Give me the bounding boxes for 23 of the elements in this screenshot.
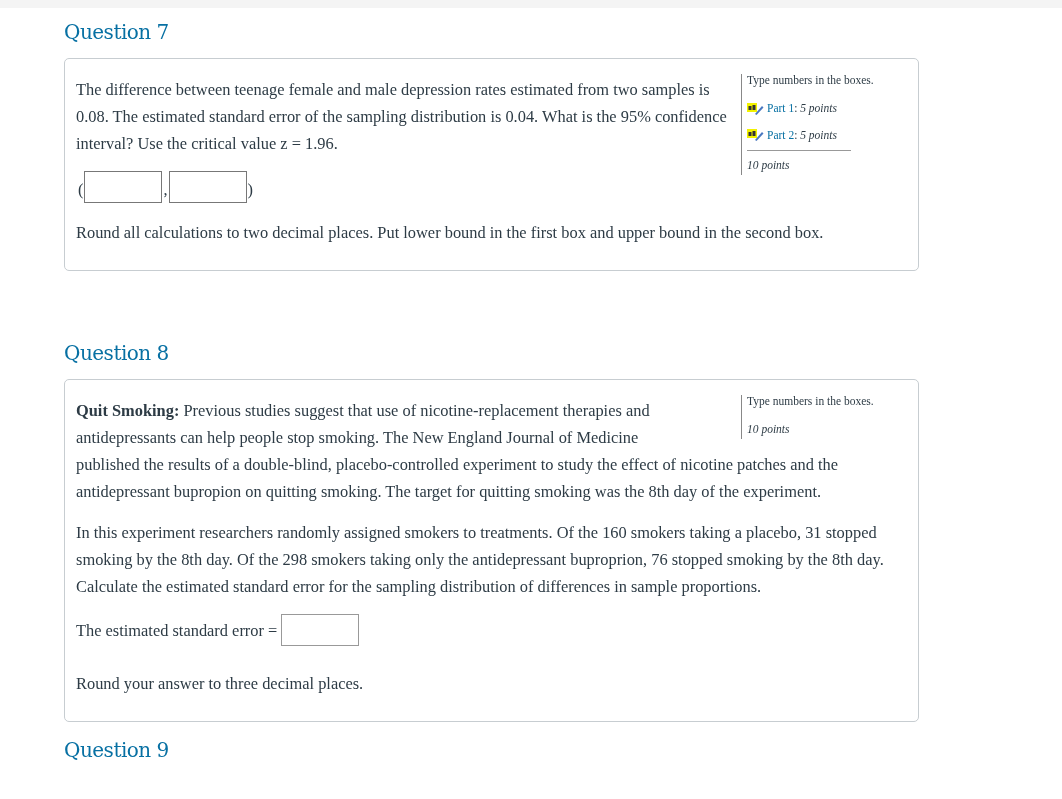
answer-field[interactable] <box>281 614 360 646</box>
comma: , <box>163 179 168 201</box>
part-points: : 5 points <box>794 128 837 141</box>
total-points: 10 points <box>747 159 791 174</box>
part-points: : 5 points <box>794 101 837 114</box>
question-text: published the results of a double-blind, placebo-controlled experiment to study the effect of nicotine patches and the antidepressant bupropion on quitting smoking. The target for quitting smoking was the 8th day of the experiment. <box>76 454 840 503</box>
instruction-text: Type numbers in the boxes. <box>747 74 875 88</box>
lower-bound-field[interactable] <box>84 171 163 203</box>
question-title: Question 9 <box>64 738 169 762</box>
open-paren: ( <box>78 179 84 201</box>
close-paren: ) <box>247 179 254 201</box>
question-text: Round all calculations to two decimal places. Put lower bound in the first box and upper bound in the second box. <box>76 222 825 244</box>
question-text: Round your answer to three decimal places. <box>76 673 365 695</box>
answer-label: The estimated standard error = <box>76 619 278 642</box>
question-text: The difference between teenage female and male depression rates estimated from two samples is 0.08. The estimated standard error of the sampling distribution is 0.04. What is the 95% confidence interval? Use the critical value z = 1.96. <box>76 79 728 155</box>
upper-bound-field[interactable] <box>168 171 247 203</box>
question-title: Question 7 <box>64 20 169 44</box>
instruction-text: Type numbers in the boxes. <box>747 395 875 409</box>
total-points: 10 points <box>747 422 791 437</box>
edit-icon <box>747 102 764 115</box>
edit-icon <box>747 129 764 142</box>
question-title: Question 8 <box>64 341 169 365</box>
question-text: In this experiment researchers randomly assigned smokers to treatments. Of the 160 smokers taking a placebo, 31 stopped smoking by the 8th day. Of the 298 smokers taking only the antidepressant buproprion, 76 stopped smoking by the 8th day. Calculate the estimated standard error for the sampling distribution of differences in sample proportions. <box>76 522 885 598</box>
